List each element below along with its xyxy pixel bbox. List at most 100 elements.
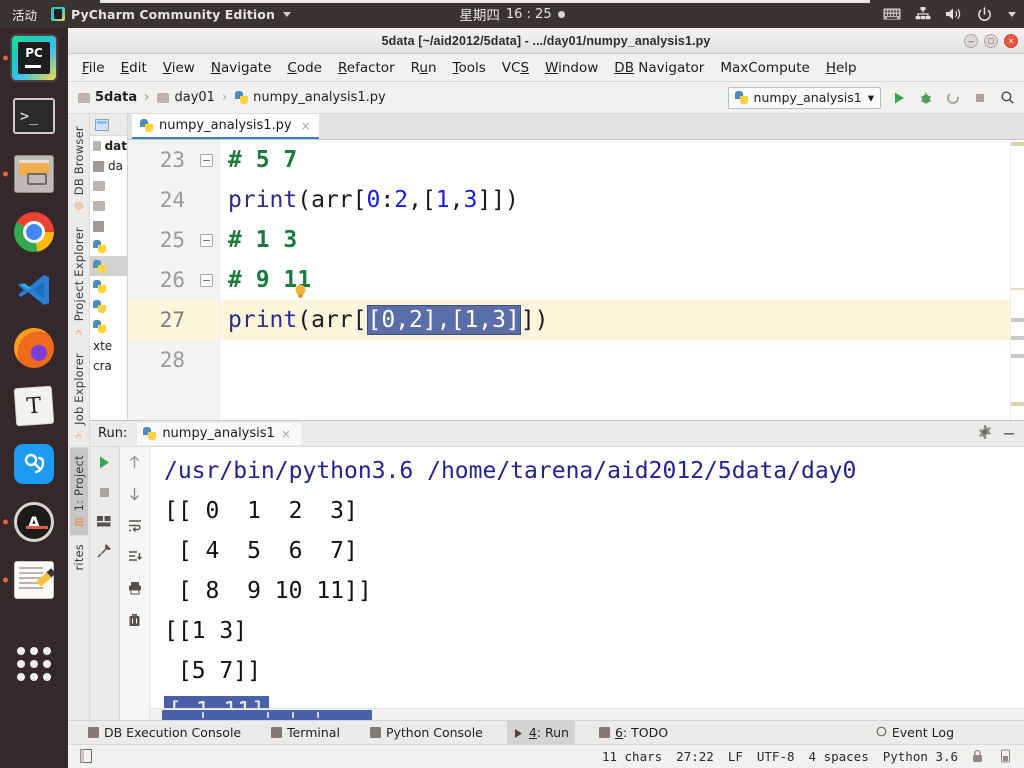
tool-window-button-db-execution-console[interactable]: DB Execution Console — [82, 721, 247, 745]
python-interpreter[interactable]: Python 3.6 — [883, 749, 958, 764]
dock-item-vscode[interactable] — [10, 266, 58, 314]
sidebar-item-favorites[interactable]: rites — [70, 536, 88, 579]
dock-item-typora[interactable]: T — [10, 382, 58, 430]
dock-item-search-tool[interactable] — [10, 440, 58, 488]
breadcrumb-item-numpy-analysis1-py[interactable]: numpy_analysis1.py — [235, 90, 394, 105]
dock-item-files[interactable] — [3, 150, 58, 198]
close-button[interactable]: × — [1004, 33, 1018, 48]
project-tree-node[interactable] — [90, 256, 127, 276]
code-fold-toggle[interactable] — [200, 154, 213, 167]
console-output[interactable]: /usr/bin/python3.6 /home/tarena/aid2012/… — [150, 447, 1024, 720]
code-fold-toggle[interactable] — [200, 274, 213, 287]
line-number[interactable]: 27 — [128, 300, 219, 340]
debug-icon[interactable] — [917, 89, 935, 107]
activities-button[interactable]: 活动 — [0, 5, 47, 24]
menu-item-navigate[interactable]: Navigate — [211, 60, 272, 76]
line-separator[interactable]: LF — [728, 749, 743, 764]
caret-position[interactable]: 27:22 — [676, 749, 714, 764]
indent-setting[interactable]: 4 spaces — [809, 749, 869, 764]
run-tab[interactable]: numpy_analysis1 × — [137, 422, 301, 445]
project-tree[interactable]: dat da xte cra — [90, 136, 127, 376]
tool-window-button-6-todo[interactable]: 6: TODO — [593, 721, 674, 745]
line-number[interactable]: 28 — [128, 340, 219, 380]
project-tree-node[interactable] — [90, 236, 127, 256]
menu-item-refactor[interactable]: Refactor — [338, 60, 395, 76]
menu-item-db-navigator[interactable]: DB Navigator — [614, 60, 704, 76]
editor-tab-numpy-analysis1[interactable]: numpy_analysis1.py × — [132, 114, 319, 139]
tool-window-button-terminal[interactable]: Terminal — [265, 721, 346, 745]
soft-wrap-icon[interactable] — [128, 519, 142, 537]
project-tree-node[interactable]: cra — [90, 356, 127, 376]
menu-item-run[interactable]: Run — [411, 60, 437, 76]
code-line[interactable]: # 9 11 — [220, 260, 1010, 300]
rerun-icon[interactable] — [97, 455, 112, 475]
down-icon[interactable] — [128, 487, 141, 506]
pin-icon[interactable] — [97, 543, 112, 563]
chevron-down-icon[interactable] — [1008, 11, 1016, 17]
tool-window-button-python-console[interactable]: Python Console — [364, 721, 489, 745]
menu-item-view[interactable]: View — [163, 60, 195, 76]
close-icon[interactable]: × — [301, 119, 311, 133]
up-icon[interactable] — [128, 455, 141, 474]
project-tree-node[interactable] — [90, 176, 127, 196]
breadcrumb-item-5data[interactable]: 5data › — [78, 90, 157, 105]
project-tree-node[interactable] — [90, 316, 127, 336]
print-icon[interactable] — [128, 581, 142, 600]
minimize-button[interactable]: – — [964, 33, 978, 48]
project-tree-node[interactable] — [90, 216, 127, 236]
code-line[interactable]: print(arr[[0,2],[1,3]]) — [220, 300, 1010, 340]
power-icon[interactable] — [977, 6, 992, 22]
toggle-toolwindows-icon[interactable] — [80, 748, 94, 765]
project-tree-node[interactable] — [90, 276, 127, 296]
code-line[interactable]: # 5 7 — [220, 140, 1010, 180]
stop-icon[interactable] — [971, 89, 989, 107]
menu-item-file[interactable]: File — [82, 60, 105, 76]
menu-item-edit[interactable]: Edit — [121, 60, 147, 76]
dock-item-anaconda[interactable]: A — [3, 498, 58, 546]
code-content[interactable]: # 5 7 print(arr[0:2,[1,3]]) # 1 3 # 9 11 pri… — [220, 140, 1010, 420]
lock-icon[interactable] — [972, 749, 986, 765]
dock-item-firefox[interactable] — [10, 324, 58, 372]
editor-marker-scrollbar[interactable] — [1010, 140, 1024, 420]
scrollbar-thumb[interactable] — [1011, 318, 1024, 322]
clock[interactable]: 星期四 16 : 25 — [402, 4, 622, 24]
network-icon[interactable] — [915, 7, 931, 21]
dock-item-chrome[interactable] — [10, 208, 58, 256]
menu-item-code[interactable]: Code — [287, 60, 322, 76]
keyboard-icon[interactable] — [883, 8, 901, 20]
dock-item-terminal[interactable]: >_ — [10, 92, 58, 140]
project-tree-node[interactable]: da — [90, 156, 127, 176]
close-icon[interactable]: × — [281, 427, 291, 441]
run-icon[interactable] — [890, 89, 908, 107]
dock-item-notes[interactable] — [3, 556, 58, 604]
search-icon[interactable] — [998, 89, 1016, 107]
code-line[interactable]: # 1 3 — [220, 220, 1010, 260]
code-line[interactable] — [220, 340, 1010, 380]
coverage-icon[interactable] — [944, 89, 962, 107]
line-number[interactable]: 24 — [128, 180, 219, 220]
project-tree-node[interactable] — [90, 196, 127, 216]
menu-item-window[interactable]: Window — [545, 60, 598, 76]
scrollbar-thumb[interactable] — [162, 710, 372, 720]
gear-icon[interactable] — [978, 424, 992, 443]
code-fold-toggle[interactable] — [200, 234, 213, 247]
minimize-icon[interactable] — [1002, 424, 1016, 443]
breadcrumb-item-day01[interactable]: day01 › — [157, 90, 235, 105]
code-line[interactable]: print(arr[0:2,[1,3]]) — [220, 180, 1010, 220]
menu-item-help[interactable]: Help — [826, 60, 857, 76]
sidebar-item-job-explorer[interactable]: ⑂ Job Explorer — [70, 345, 88, 448]
tool-window-button-event-log[interactable]: Event Log — [870, 721, 960, 745]
menu-item-tools[interactable]: Tools — [453, 60, 486, 76]
dock-item-show-apps[interactable] — [10, 640, 58, 688]
run-configuration-selector[interactable]: numpy_analysis1 ▾ — [727, 86, 881, 109]
code-editor[interactable]: 23 24 25 26 27 28 # 5 7 print(arr[0:2,[1,3]]) #… — [128, 140, 1024, 420]
sidebar-item-project-explorer[interactable]: ⑂ Project Explorer — [70, 219, 88, 344]
maximize-button[interactable]: □ — [984, 33, 998, 48]
trash-icon[interactable] — [128, 613, 141, 632]
project-tree-node[interactable]: xte — [90, 336, 127, 356]
menu-item-vcs[interactable]: VCS — [502, 60, 529, 76]
volume-icon[interactable] — [945, 7, 963, 21]
line-number-gutter[interactable]: 23 24 25 26 27 28 — [128, 140, 220, 420]
intention-bulb-icon[interactable] — [294, 284, 307, 299]
app-menu[interactable]: PyCharm Community Edition — [51, 7, 291, 22]
